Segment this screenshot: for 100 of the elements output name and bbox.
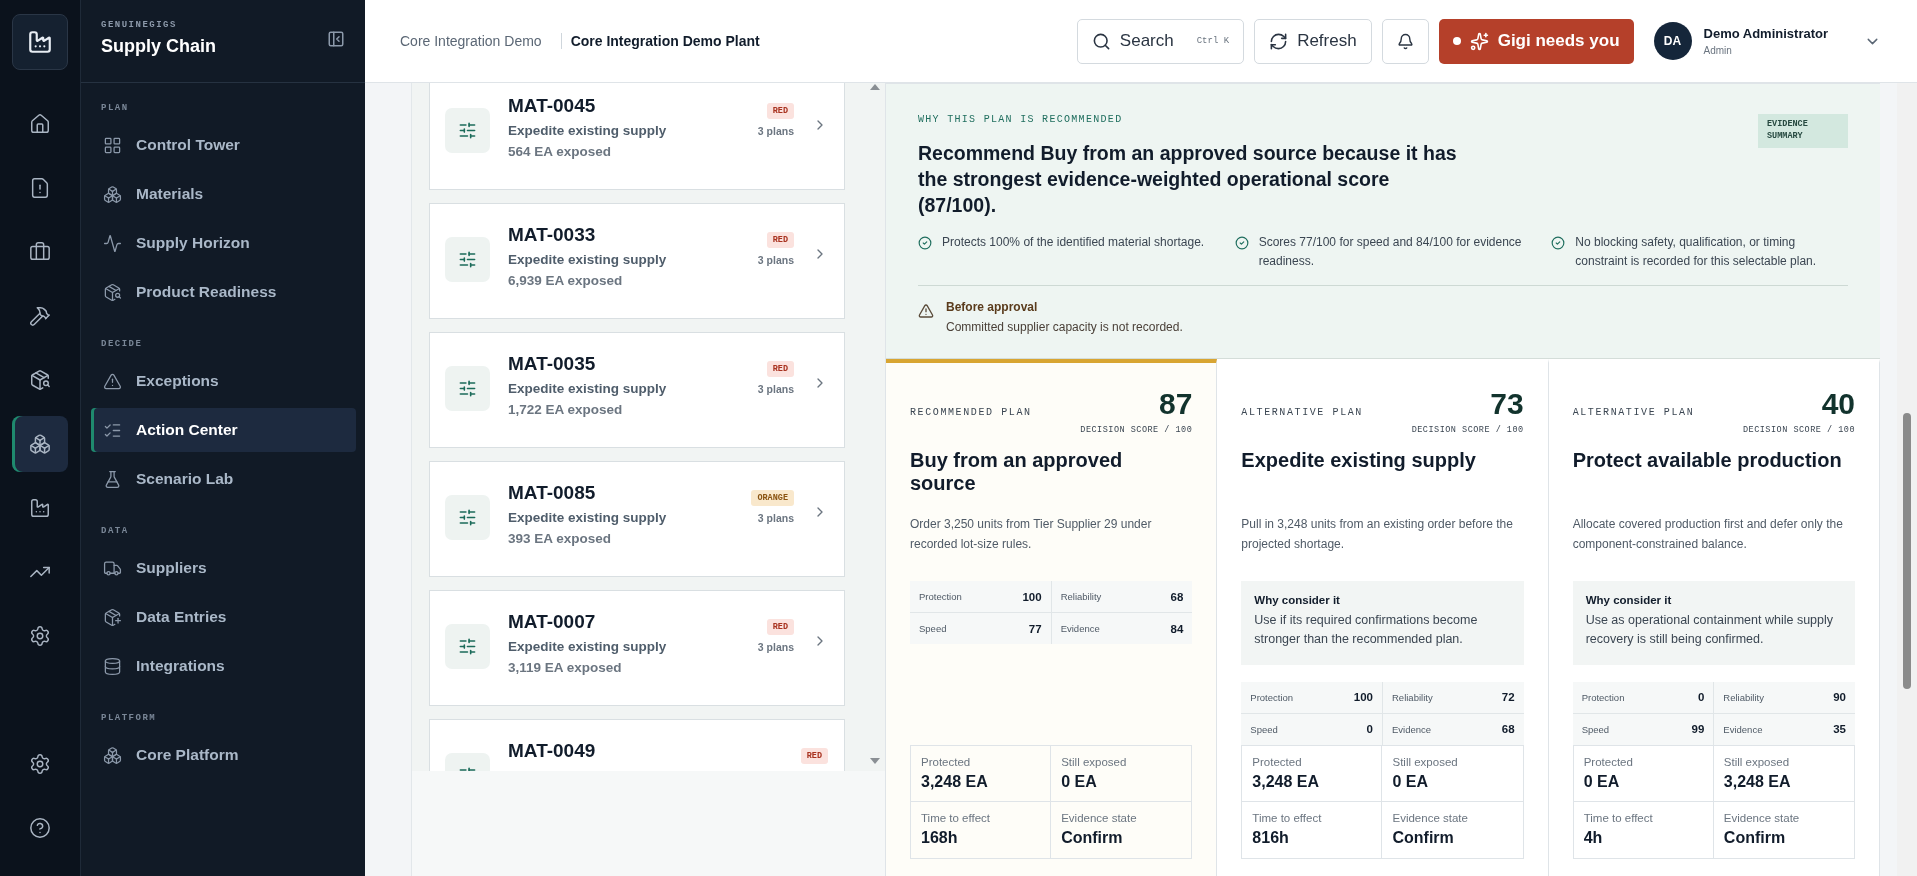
flask-icon [103, 469, 122, 489]
cubes-icon [103, 184, 122, 204]
score-caption: DECISION SCORE / 100 [1411, 425, 1524, 436]
sidebar-item[interactable]: Data Entries [91, 595, 356, 639]
score-label: Evidence [1392, 723, 1432, 735]
reason-text: Scores 77/100 for speed and 84/100 for evidence readiness. [1258, 233, 1523, 270]
score-value: 84 [1170, 622, 1184, 635]
score-value: 68 [1501, 723, 1515, 736]
plan-description: Order 3,250 units from Tier Supplier 29 under recorded lot-size rules. [910, 516, 1153, 553]
pulse-icon [103, 233, 122, 253]
package-search-icon [103, 282, 122, 302]
brand-label: GENUINEGIGS [101, 20, 178, 30]
score-label: Evidence [1723, 723, 1763, 735]
database-icon [103, 656, 122, 676]
outcome-value: 168h [921, 828, 959, 847]
sliders-icon [445, 366, 490, 411]
home-icon [29, 113, 51, 135]
status-dot [1452, 37, 1461, 45]
sidebar-item[interactable]: Core Platform [91, 733, 356, 777]
user-menu[interactable]: DA Demo Administrator Admin [1643, 22, 1891, 60]
sliders-icon [445, 495, 490, 540]
score-value: 72 [1501, 691, 1515, 704]
breadcrumb-link[interactable]: Core Integration Demo [391, 33, 551, 49]
notifications-button[interactable] [1381, 18, 1429, 64]
sidebar-item[interactable]: Action Center [91, 408, 356, 452]
material-code: MAT-0045 [508, 95, 597, 117]
action-text: Expedite existing supply [508, 381, 668, 396]
sidebar-item[interactable]: Supply Horizon [91, 221, 356, 265]
outcome-value: 816h [1252, 828, 1290, 847]
plan-label: ALTERNATIVE PLAN [1241, 407, 1363, 419]
warning-icon [918, 303, 934, 320]
scroll-down-icon[interactable] [869, 757, 881, 765]
severity-tag: ORANGE [751, 490, 794, 506]
sidebar-item[interactable]: Suppliers [91, 546, 356, 590]
score-value: 0 [1697, 691, 1705, 704]
severity-tag: RED [766, 103, 794, 119]
action-card[interactable]: MAT-0085 Expedite existing supply 393 EA exposed ORANGE 3 plans [429, 461, 845, 577]
score-label: Reliability [1060, 591, 1102, 603]
score-value: 77 [1028, 622, 1042, 635]
refresh-button[interactable]: Refresh [1254, 18, 1372, 64]
exposure-text: 3,119 EA exposed [508, 660, 623, 675]
check-circle-icon [1551, 235, 1566, 250]
plan-count: 3 plans [757, 254, 794, 266]
action-card[interactable]: MAT-0045 Expedite existing supply 564 EA exposed RED 3 plans [429, 83, 845, 190]
outcome-label: Still exposed [1392, 755, 1459, 768]
plan-count: 3 plans [757, 512, 794, 524]
outcome-label: Time to effect [1583, 811, 1654, 824]
scrollbar-thumb[interactable] [1903, 413, 1911, 689]
sliders-icon [445, 624, 490, 669]
outcome-value: Confirm [1061, 828, 1124, 847]
score-label: Protection [1250, 691, 1294, 703]
score-label: Reliability [1723, 691, 1764, 703]
decision-score: 87 [1158, 387, 1193, 422]
plan-title: Protect available production [1572, 449, 1843, 474]
sidebar-item[interactable]: Scenario Lab [91, 457, 356, 501]
cubes-icon [103, 745, 122, 765]
outcome-label: Time to effect [1252, 811, 1323, 824]
collapse-panel-icon [327, 29, 345, 48]
breadcrumb-link[interactable]: Core Integration Demo Plant [560, 33, 769, 49]
sidebar-item[interactable]: Exceptions [91, 359, 356, 403]
plan-count: 3 plans [757, 383, 794, 395]
action-card[interactable]: MAT-0007 Expedite existing supply 3,119 EA exposed RED 3 plans [429, 590, 845, 706]
sidebar-item[interactable]: Control Tower [91, 123, 356, 167]
outcome-label: Protected [921, 755, 972, 768]
plan-label: RECOMMENDED PLAN [910, 407, 1032, 419]
section-heading: PLATFORM [100, 712, 158, 725]
action-card[interactable]: MAT-0049 RED [429, 719, 845, 771]
score-value: 68 [1170, 590, 1184, 603]
check-circle-icon [1234, 235, 1249, 250]
sidebar-item[interactable]: Integrations [91, 644, 356, 688]
factory-logo-icon [12, 14, 68, 70]
why-title: Why consider it [1585, 594, 1673, 607]
outcome-value: 3,248 EA [1723, 772, 1792, 791]
outcome-label: Evidence state [1392, 811, 1469, 824]
caution-text: Committed supplier capacity is not recorded. [946, 320, 1183, 335]
action-card[interactable]: MAT-0033 Expedite existing supply 6,939 EA exposed RED 3 plans [429, 203, 845, 319]
score-label: Reliability [1392, 691, 1433, 703]
score-label: Speed [1581, 723, 1610, 735]
rail-button[interactable] [12, 416, 68, 472]
plan-label: ALTERNATIVE PLAN [1572, 407, 1695, 419]
package-search-icon [29, 369, 51, 391]
score-value: 35 [1833, 723, 1846, 736]
search-button[interactable]: Search Ctrl K [1076, 18, 1245, 64]
assistant-button[interactable]: Gigi needs you [1438, 18, 1634, 64]
decision-score: 73 [1490, 387, 1524, 422]
package-plus-icon [103, 607, 122, 627]
sidebar-item[interactable]: Materials [91, 172, 356, 216]
factory-icon [29, 497, 51, 519]
sidebar-item[interactable]: Product Readiness [91, 270, 356, 314]
outcome-label: Still exposed [1723, 755, 1791, 768]
outcome-label: Evidence state [1061, 811, 1138, 824]
document-alert-icon [29, 177, 51, 199]
outcome-value: Confirm [1723, 828, 1787, 847]
severity-tag: RED [766, 361, 794, 377]
outcome-value: 0 EA [1583, 772, 1621, 791]
cubes-icon [29, 433, 51, 455]
user-role: Admin [1703, 45, 1733, 56]
action-card[interactable]: MAT-0035 Expedite existing supply 1,722 EA exposed RED 3 plans [429, 332, 845, 448]
check-circle-icon [918, 235, 932, 250]
section-heading: DECIDE [100, 338, 144, 351]
